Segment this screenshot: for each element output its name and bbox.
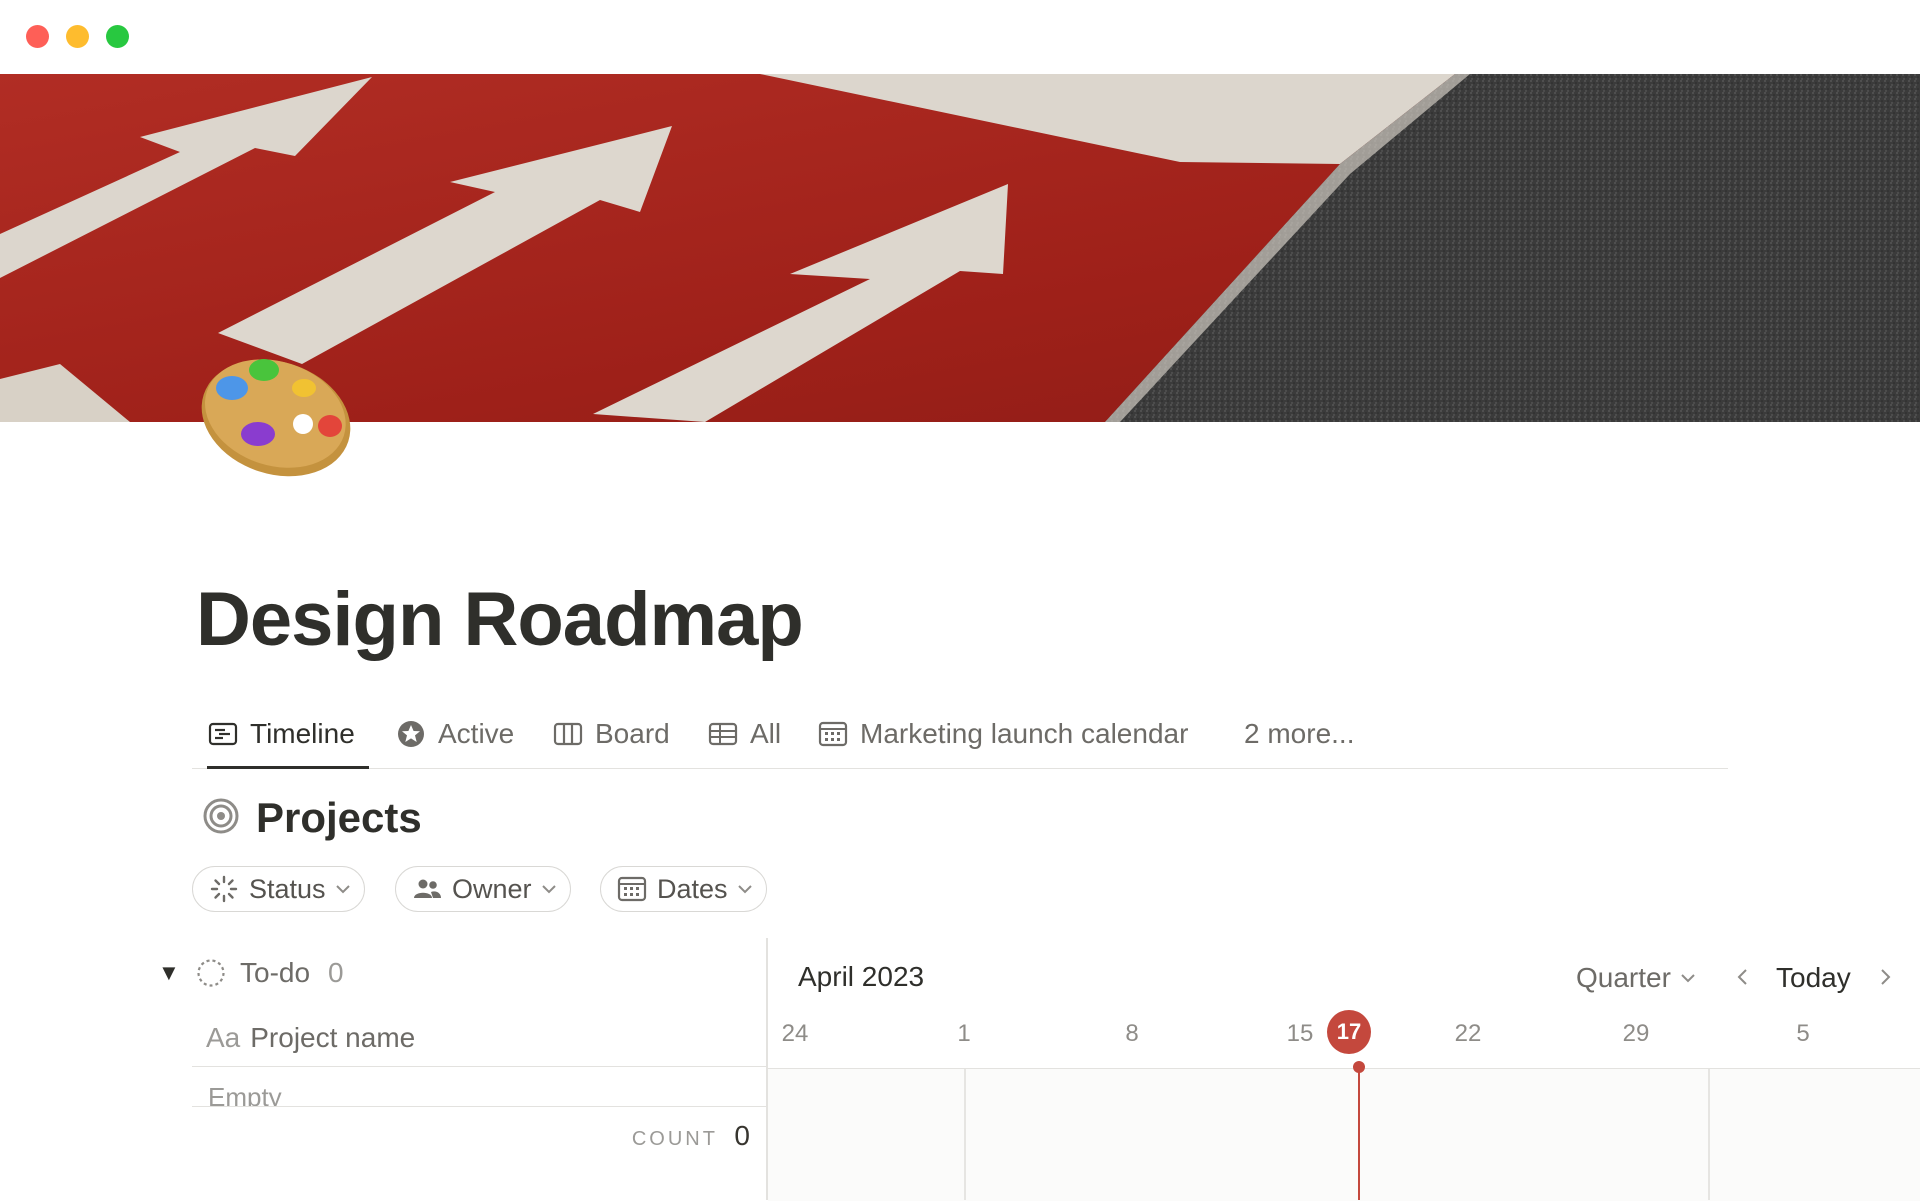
- calendar-icon: [617, 874, 647, 904]
- page-title: Design Roadmap: [196, 577, 804, 662]
- count-value: 0: [734, 1120, 750, 1151]
- tab-more[interactable]: 2 more...: [1244, 700, 1354, 768]
- date-label: 29: [1622, 1020, 1650, 1047]
- chevron-down-icon: [1679, 969, 1697, 987]
- board-columns-icon: [553, 719, 583, 749]
- window-titlebar: [0, 0, 1920, 74]
- tab-active[interactable]: Active: [396, 700, 514, 768]
- owner-filter-button[interactable]: Owner: [395, 866, 571, 912]
- tab-label: Timeline: [250, 718, 355, 749]
- today-date-marker: 17: [1327, 1010, 1371, 1054]
- owner-filter-label: Owner: [452, 873, 532, 904]
- chevron-down-icon: [540, 880, 558, 898]
- count-summary[interactable]: COUNT 0: [192, 1120, 750, 1152]
- chevron-left-icon[interactable]: [1732, 966, 1754, 988]
- close-window-button[interactable]: [26, 25, 49, 48]
- empty-row-label: Empty: [208, 1082, 282, 1107]
- tab-marketing-launch-calendar[interactable]: Marketing launch calendar: [818, 700, 1188, 768]
- tab-label: Marketing launch calendar: [860, 718, 1189, 749]
- calendar-icon: [818, 719, 848, 749]
- group-header-todo[interactable]: To-do 0: [196, 957, 344, 989]
- artist-palette-icon[interactable]: [196, 352, 356, 484]
- group-collapse-toggle[interactable]: ▼: [158, 960, 180, 986]
- todo-status-icon: [196, 958, 226, 988]
- tab-label: All: [750, 718, 782, 749]
- date-label: 15: [1286, 1020, 1314, 1047]
- date-label: 22: [1454, 1020, 1482, 1047]
- star-badge-icon: [396, 719, 426, 749]
- text-property-icon: Aa: [206, 1022, 241, 1053]
- timeline-canvas[interactable]: [768, 1068, 1920, 1201]
- tab-label: Board: [595, 718, 670, 749]
- group-count: 0: [328, 957, 344, 988]
- date-label: 5: [1796, 1020, 1810, 1047]
- date-label: 1: [957, 1020, 971, 1047]
- chevron-down-icon: [736, 880, 754, 898]
- project-name-column-header[interactable]: Aa Project name: [192, 1010, 766, 1067]
- minimize-window-button[interactable]: [66, 25, 89, 48]
- zoom-window-button[interactable]: [106, 25, 129, 48]
- timeline-icon: [208, 719, 238, 749]
- table-icon: [708, 719, 738, 749]
- date-label: 24: [781, 1020, 809, 1047]
- week-gridline: [964, 1069, 966, 1200]
- dates-filter-button[interactable]: Dates: [600, 866, 767, 912]
- people-icon: [412, 874, 442, 904]
- status-filter-button[interactable]: Status: [192, 866, 365, 912]
- section-heading: Projects: [202, 794, 422, 842]
- tab-board[interactable]: Board: [553, 700, 670, 768]
- today-button[interactable]: Today: [1776, 962, 1851, 994]
- section-title: Projects: [256, 794, 422, 841]
- range-label: Quarter: [1576, 962, 1671, 993]
- target-icon: [202, 797, 240, 840]
- chevron-right-icon[interactable]: [1874, 966, 1896, 988]
- status-spinner-icon: [209, 874, 239, 904]
- count-label: COUNT: [631, 1128, 718, 1150]
- tab-label: 2 more...: [1244, 718, 1355, 749]
- empty-row[interactable]: Empty: [192, 1068, 766, 1107]
- tab-all[interactable]: All: [708, 700, 781, 768]
- timeline-month: April 2023: [798, 961, 925, 992]
- group-status-label: To-do: [240, 957, 311, 988]
- date-label: 8: [1125, 1020, 1139, 1047]
- today-line: [1358, 1068, 1360, 1200]
- property-name-label: Project name: [250, 1022, 416, 1053]
- dates-filter-label: Dates: [657, 873, 728, 904]
- view-tabs: Timeline Active Board All Marketing laun…: [192, 700, 1728, 769]
- today-line-dot: [1353, 1061, 1365, 1073]
- status-filter-label: Status: [249, 873, 326, 904]
- tab-label: Active: [438, 718, 515, 749]
- week-gridline: [1708, 1069, 1710, 1200]
- timeline-range-select[interactable]: Quarter: [1576, 962, 1697, 994]
- tab-timeline[interactable]: Timeline: [207, 700, 369, 769]
- chevron-down-icon: [334, 880, 352, 898]
